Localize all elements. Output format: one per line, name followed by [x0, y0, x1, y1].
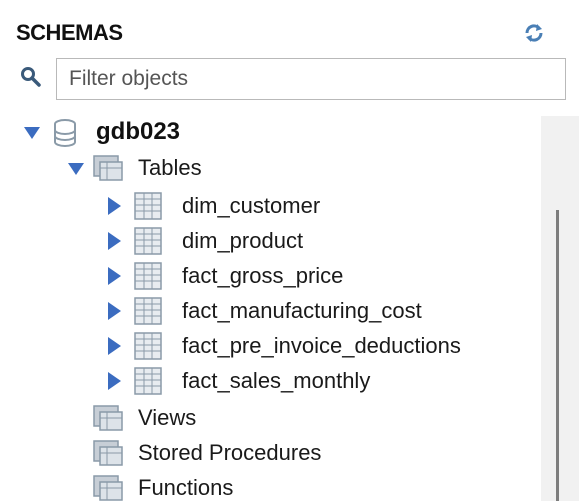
schema-name: gdb023	[96, 118, 181, 145]
table-name: dim_product	[182, 228, 304, 253]
folder-label: Views	[138, 405, 197, 430]
table-icon	[134, 262, 162, 290]
panel-header: SCHEMAS	[16, 16, 563, 56]
table-name: dim_customer	[182, 193, 321, 218]
table-icon	[134, 332, 162, 360]
schema-node-gdb023[interactable]: gdb023	[0, 116, 400, 150]
expand-arrow-icon[interactable]	[108, 197, 121, 215]
table-icon	[134, 192, 162, 220]
filter-objects-input[interactable]	[56, 58, 566, 100]
folder-label: Functions	[138, 475, 234, 500]
table-icon	[134, 367, 162, 395]
folder-label: Tables	[138, 155, 202, 180]
table-name: fact_manufacturing_cost	[182, 298, 422, 323]
expand-arrow-icon[interactable]	[108, 337, 121, 355]
scrollbar-track[interactable]	[541, 116, 579, 501]
table-icon	[134, 227, 162, 255]
table-node[interactable]: fact_manufacturing_cost	[0, 295, 520, 329]
expand-arrow-icon[interactable]	[108, 267, 121, 285]
panel-title: SCHEMAS	[16, 20, 123, 45]
folder-icon	[93, 440, 123, 466]
folder-icon	[93, 405, 123, 431]
folder-node-stored-procedures[interactable]: Stored Procedures	[0, 437, 400, 471]
database-icon	[54, 119, 76, 147]
table-node[interactable]: fact_pre_invoice_deductions	[0, 330, 520, 364]
expand-arrow-icon[interactable]	[24, 127, 40, 139]
filter-row	[14, 58, 566, 102]
table-node[interactable]: dim_customer	[0, 190, 520, 224]
table-node[interactable]: dim_product	[0, 225, 520, 259]
expand-arrow-icon[interactable]	[108, 232, 121, 250]
folder-label: Stored Procedures	[138, 440, 322, 465]
folder-icon	[93, 155, 123, 181]
folder-node-functions[interactable]: Functions	[0, 472, 400, 501]
table-node[interactable]: fact_gross_price	[0, 260, 520, 294]
expand-arrow-icon[interactable]	[108, 302, 121, 320]
table-name: fact_pre_invoice_deductions	[182, 333, 461, 358]
table-node[interactable]: fact_sales_monthly	[0, 365, 520, 399]
folder-icon	[93, 475, 123, 501]
expand-arrow-icon[interactable]	[68, 163, 84, 175]
refresh-icon[interactable]	[523, 22, 545, 44]
table-icon	[134, 297, 162, 325]
folder-node-views[interactable]: Views	[0, 402, 400, 436]
schemas-panel: SCHEMAS gdb023	[0, 0, 579, 501]
search-icon	[21, 67, 41, 87]
scrollbar-thumb[interactable]	[556, 210, 559, 501]
table-name: fact_gross_price	[182, 263, 344, 288]
table-name: fact_sales_monthly	[182, 368, 371, 393]
schema-tree: gdb023 Tables dim_customer dim_product f…	[0, 110, 579, 501]
expand-arrow-icon[interactable]	[108, 372, 121, 390]
folder-node-tables[interactable]: Tables	[0, 152, 400, 186]
